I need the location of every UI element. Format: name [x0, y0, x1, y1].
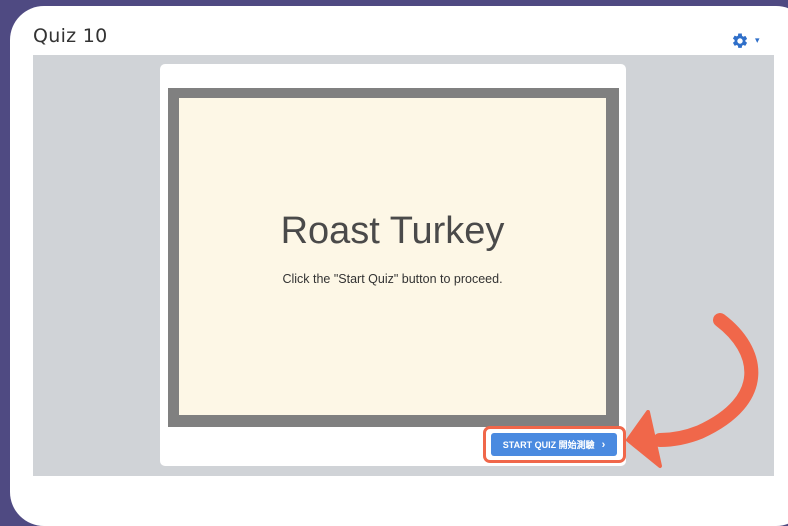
start-quiz-label: START QUIZ 開始測驗: [502, 440, 595, 450]
page-title: Quiz 10: [33, 25, 108, 47]
settings-menu-button[interactable]: ▾: [731, 30, 773, 52]
slide-instructions: Click the "Start Quiz" button to proceed…: [282, 272, 503, 286]
gear-icon: [732, 33, 748, 48]
slide-title: Roast Turkey: [280, 210, 505, 252]
chevron-down-icon: ▾: [755, 35, 760, 46]
quiz-slide: [179, 98, 606, 415]
chevron-right-icon: ›: [601, 438, 606, 451]
start-quiz-button[interactable]: START QUIZ 開始測驗 ›: [491, 433, 617, 456]
